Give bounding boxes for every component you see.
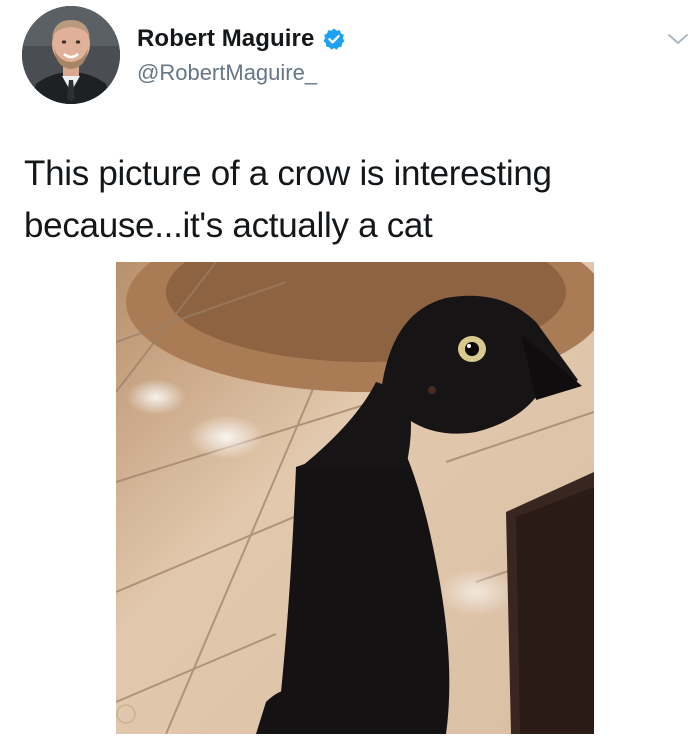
tweet-text: This picture of a crow is interesting be… bbox=[24, 148, 664, 252]
display-name[interactable]: Robert Maguire bbox=[137, 25, 314, 53]
tweet-photo[interactable] bbox=[116, 262, 594, 734]
handle[interactable]: @RobertMaguire_ bbox=[137, 60, 346, 86]
tweet-card: Robert Maguire @RobertMaguire_ This pict… bbox=[0, 0, 700, 752]
name-row: Robert Maguire bbox=[137, 24, 346, 54]
verified-badge-icon bbox=[322, 27, 346, 51]
avatar[interactable] bbox=[22, 6, 120, 104]
tweet-text-line-2: because...it's actually a cat bbox=[24, 206, 433, 245]
tweet-text-line-1: This picture of a crow is interesting bbox=[24, 154, 552, 193]
chevron-down-icon[interactable] bbox=[666, 30, 690, 48]
author-block[interactable]: Robert Maguire @RobertMaguire_ bbox=[137, 24, 346, 86]
